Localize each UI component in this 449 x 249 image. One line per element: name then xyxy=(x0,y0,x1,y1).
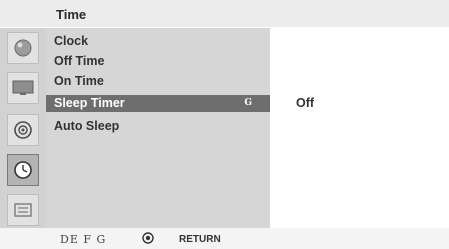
clock-icon[interactable] xyxy=(7,154,39,186)
menu-item-off-time[interactable]: Off Time xyxy=(54,53,104,70)
category-sidebar xyxy=(0,28,46,228)
menu-item-auto-sleep[interactable]: Auto Sleep xyxy=(54,118,119,135)
menu-item-label: Auto Sleep xyxy=(54,119,120,133)
ok-button-icon xyxy=(142,232,154,244)
menu-items-panel: Clock Off Time On Time Sleep Timer G Aut… xyxy=(46,28,270,228)
screen-icon-graphic xyxy=(12,80,34,95)
value-panel: Off xyxy=(271,28,449,228)
menu-item-label: On Time xyxy=(54,74,104,88)
option-icon-graphic xyxy=(14,203,32,217)
screen-icon[interactable] xyxy=(7,72,39,104)
right-arrow-hint: G xyxy=(244,98,252,108)
menu-header: Time xyxy=(0,0,449,27)
menu-footer: DE F G RETURN xyxy=(0,228,449,249)
osd-menu: Time Clock Off Time On Time Sleep Timer … xyxy=(0,0,449,249)
navigation-keys-hint: DE F G xyxy=(60,233,107,246)
menu-item-clock[interactable]: Clock xyxy=(54,33,88,50)
audio-icon-graphic xyxy=(14,121,32,139)
clock-icon-graphic xyxy=(14,161,32,179)
return-label[interactable]: RETURN xyxy=(179,234,221,245)
audio-icon[interactable] xyxy=(7,114,39,146)
menu-item-label: Clock xyxy=(54,34,89,48)
sleep-timer-value[interactable]: Off xyxy=(296,96,314,110)
menu-item-sleep-timer[interactable]: Sleep Timer G xyxy=(46,95,270,112)
option-icon[interactable] xyxy=(7,194,39,226)
menu-title: Time xyxy=(56,7,87,22)
menu-item-on-time[interactable]: On Time xyxy=(54,73,104,90)
picture-icon[interactable] xyxy=(7,32,39,64)
menu-item-label: Off Time xyxy=(54,54,105,68)
picture-icon-graphic xyxy=(14,39,32,57)
menu-item-label: Sleep Timer xyxy=(54,96,125,110)
